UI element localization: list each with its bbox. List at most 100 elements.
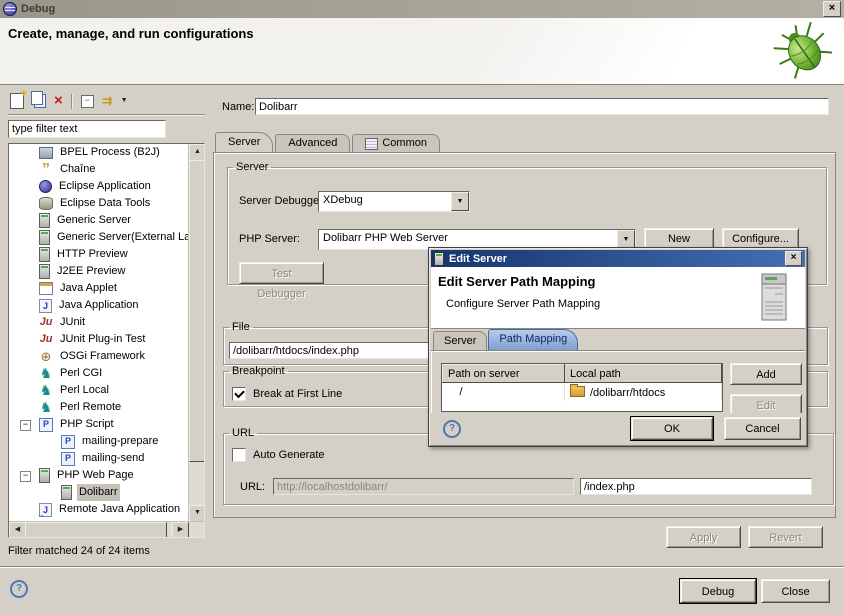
menu-dropdown-icon[interactable]: ▼ (121, 94, 128, 108)
tab-path-mapping[interactable]: Path Mapping (488, 329, 578, 350)
dialog-titlebar: Edit Server × (431, 250, 805, 267)
dialog-close-icon[interactable]: × (785, 251, 802, 266)
help-icon[interactable]: ? (10, 580, 28, 598)
tree-item-label: mailing-prepare (80, 433, 160, 450)
tree-item-cha-ne[interactable]: ”Chaîne (9, 161, 189, 178)
scroll-right-icon[interactable]: ▶ (172, 522, 189, 538)
tree-item-dolibarr[interactable]: Dolibarr (9, 484, 189, 501)
banner-heading: Create, manage, and run configurations (8, 26, 254, 41)
scroll-down-icon[interactable]: ▼ (189, 505, 205, 522)
j2ee-preview-icon (39, 264, 50, 279)
bpel-process-icon (39, 147, 53, 159)
break-first-line-label: Break at First Line (253, 388, 342, 400)
tree-item-label: Perl Remote (58, 399, 123, 416)
tab-advanced[interactable]: Advanced (275, 134, 350, 152)
http-preview-icon (39, 247, 50, 262)
tree-item-label: Perl CGI (58, 365, 104, 382)
server-debugger-label: Server Debugger: (239, 195, 326, 207)
auto-generate-checkbox[interactable] (232, 448, 246, 462)
tree-item-bpel-process-b2j[interactable]: BPEL Process (B2J) (9, 144, 189, 161)
tree-item-eclipse-application[interactable]: Eclipse Application (9, 178, 189, 195)
delete-configuration-icon[interactable]: × (54, 94, 63, 108)
java-applet-icon (39, 282, 53, 295)
configurations-sidebar: × − ⇉ ▼ BPEL Process (B2J)”ChaîneEclipse… (8, 90, 205, 560)
duplicate-configuration-icon[interactable] (34, 94, 46, 108)
cancel-button[interactable]: Cancel (724, 417, 801, 440)
tree-item-label: mailing-send (80, 450, 146, 467)
configure-server-button[interactable]: Configure... (722, 228, 799, 249)
java-application-icon: J (39, 299, 52, 313)
path-mapping-content: Path on serverLocal path //dolibarr/htdo… (431, 350, 805, 413)
url-path-input[interactable] (580, 478, 812, 495)
scroll-up-icon[interactable]: ▲ (189, 144, 205, 161)
break-first-line-checkbox[interactable] (232, 387, 246, 401)
tree-item-label: JUnit (58, 314, 87, 331)
tree-item-generic-server-external-la[interactable]: Generic Server(External La (9, 229, 189, 246)
tree-item-perl-remote[interactable]: ♞Perl Remote (9, 399, 189, 416)
debug-button[interactable]: Debug (680, 579, 756, 603)
tree-item-perl-cgi[interactable]: ♞Perl CGI (9, 365, 189, 382)
scroll-left-icon[interactable]: ◀ (9, 522, 26, 538)
collapse-toggle-icon[interactable]: − (20, 471, 31, 482)
tree-item-label: PHP Web Page (55, 467, 136, 484)
tree-item-generic-server[interactable]: Generic Server (9, 212, 189, 229)
php-script-icon: P (39, 418, 53, 432)
name-input[interactable] (255, 98, 829, 115)
tree-item-j2ee-preview[interactable]: J2EE Preview (9, 263, 189, 280)
tree-item-osgi-framework[interactable]: ⊕OSGi Framework (9, 348, 189, 365)
column-path-on-server[interactable]: Path on server (443, 365, 565, 383)
tab-common[interactable]: Common (352, 134, 440, 152)
tree-horizontal-scrollbar[interactable]: ◀ ▶ (9, 521, 204, 537)
tree-item-perl-local[interactable]: ♞Perl Local (9, 382, 189, 399)
dialog-help-icon[interactable]: ? (443, 420, 461, 438)
mapping-row[interactable]: //dolibarr/htdocs (443, 383, 722, 402)
osgi-framework-icon: ⊕ (39, 350, 53, 363)
server-group-title: Server (233, 161, 271, 173)
tree-item-junit[interactable]: JuJUnit (9, 314, 189, 331)
vertical-scroll-thumb[interactable] (189, 160, 205, 462)
dialog-heading: Edit Server Path Mapping (438, 274, 595, 289)
tree-item-label: JUnit Plug-in Test (58, 331, 147, 348)
window-title: Debug (21, 3, 55, 15)
tree-vertical-scrollbar[interactable]: ▲ ▼ (188, 144, 204, 522)
collapse-all-icon[interactable]: − (81, 95, 94, 108)
new-configuration-icon[interactable] (10, 93, 24, 109)
tab-server[interactable]: Server (215, 132, 273, 152)
filter-configurations-icon[interactable]: ⇉ (102, 94, 113, 108)
edit-server-dialog: Edit Server × Edit Server Path Mapping C… (428, 247, 808, 447)
configuration-tree: BPEL Process (B2J)”ChaîneEclipse Applica… (8, 143, 205, 538)
eclipse-icon (3, 2, 17, 16)
tree-item-remote-java-application[interactable]: JRemote Java Application (9, 501, 189, 518)
add-mapping-button[interactable]: Add (730, 363, 802, 385)
close-window-icon[interactable]: × (823, 1, 841, 17)
path-mapping-table: Path on serverLocal path //dolibarr/htdo… (441, 363, 723, 412)
collapse-toggle-icon[interactable]: − (20, 420, 31, 431)
tree-item-java-applet[interactable]: Java Applet (9, 280, 189, 297)
close-button[interactable]: Close (761, 579, 830, 603)
tree-item-label: HTTP Preview (55, 246, 130, 263)
tree-item-php-script[interactable]: −PPHP Script (9, 416, 189, 433)
tree-item-mailing-send[interactable]: Pmailing-send (9, 450, 189, 467)
php-script-icon: P (61, 435, 75, 449)
server-debugger-select[interactable]: XDebug ▼ (318, 191, 470, 212)
tree-item-junit-plug-in-test[interactable]: Ju JUnit Plug-in Test (9, 331, 189, 348)
new-server-button[interactable]: New (644, 228, 714, 249)
sidebar-toolbar: × − ⇉ ▼ (8, 90, 205, 112)
tree-item-eclipse-data-tools[interactable]: Eclipse Data Tools (9, 195, 189, 212)
url-group-title: URL (229, 427, 257, 439)
tree-item-label: Eclipse Application (57, 178, 153, 195)
tree-item-php-web-page[interactable]: − PHP Web Page (9, 467, 189, 484)
ok-button[interactable]: OK (631, 417, 713, 440)
tab-server-settings[interactable]: Server (433, 331, 487, 350)
php-web-page-icon (39, 468, 50, 483)
junit-plugin-icon: Ju (39, 333, 53, 346)
generic-server-icon (39, 230, 50, 245)
tree-item-http-preview[interactable]: HTTP Preview (9, 246, 189, 263)
chevron-down-icon[interactable]: ▼ (451, 192, 469, 211)
tree-item-mailing-prepare[interactable]: Pmailing-prepare (9, 433, 189, 450)
filter-input[interactable] (8, 120, 166, 138)
column-local-path[interactable]: Local path (565, 365, 722, 383)
config-tabs: Server Advanced Common (215, 133, 442, 152)
horizontal-scroll-thumb[interactable] (25, 522, 167, 538)
tree-item-java-application[interactable]: JJava Application (9, 297, 189, 314)
